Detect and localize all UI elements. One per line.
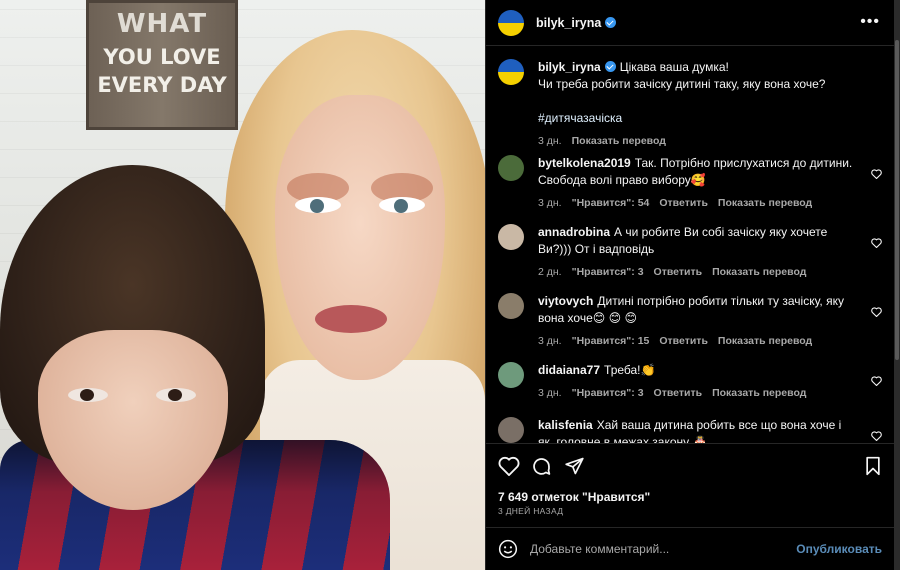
comment-username[interactable]: viytovych [538, 294, 593, 308]
sign-line-2: YOU LOVE [103, 45, 221, 69]
woman-lips [315, 305, 387, 333]
caption: bilyk_iryna Цікава ваша думка! Чи треба р… [498, 59, 894, 150]
wall-sign: WHAT YOU LOVE EVERY DAY [86, 0, 238, 130]
scrollbar-thumb[interactable] [895, 40, 899, 360]
translate-link[interactable]: Показать перевод [718, 333, 812, 350]
comment-input[interactable]: Добавьте комментарий... [530, 542, 669, 556]
list-item: bytelkolena2019 Так. Потрібно прислухатис… [498, 155, 894, 212]
caption-username[interactable]: bilyk_iryna [538, 60, 601, 74]
comment-username[interactable]: didaiana77 [538, 363, 600, 377]
post-header: bilyk_iryna ••• [486, 0, 894, 46]
post-photo[interactable]: WHAT YOU LOVE EVERY DAY [0, 0, 485, 570]
caption-hashtag[interactable]: #дитячазачіска [538, 110, 856, 127]
comment-username[interactable]: bytelkolena2019 [538, 156, 631, 170]
woman-eye-right [379, 197, 425, 213]
emoji-icon[interactable] [498, 539, 518, 559]
list-item: annadrobina А чи робите Ви собі зачіску я… [498, 224, 894, 281]
likes-count[interactable]: 7 649 отметок "Нравится" [498, 490, 650, 504]
author-username[interactable]: bilyk_iryna [536, 16, 601, 30]
list-item: kalisfenia Хай ваша дитина робить все що … [498, 417, 894, 443]
comment-time: 3 дн. [538, 197, 562, 209]
comment-icon[interactable] [531, 456, 552, 477]
more-icon[interactable]: ••• [860, 13, 880, 31]
heart-icon[interactable] [871, 238, 882, 248]
sign-line-3: EVERY DAY [97, 73, 227, 97]
bookmark-icon[interactable] [864, 456, 882, 476]
sign-line-1: WHAT [116, 9, 208, 39]
verified-icon [605, 17, 617, 28]
comment-username[interactable]: annadrobina [538, 225, 610, 239]
avatar[interactable] [498, 417, 524, 443]
comment-text: Треба!👏 [604, 363, 656, 377]
translate-link[interactable]: Показать перевод [718, 195, 812, 212]
woman-eye-left [295, 197, 341, 213]
reply-button[interactable]: Ответить [654, 264, 703, 281]
comment-time: 3 дн. [538, 335, 562, 347]
post-panel: bilyk_iryna ••• bilyk_iryna Цікава ваша д… [485, 0, 894, 570]
caption-time: 3 дн. [538, 135, 562, 147]
translate-link[interactable]: Показать перевод [572, 133, 666, 150]
heart-icon[interactable] [498, 456, 520, 476]
comment-likes[interactable]: "Нравится": 15 [572, 333, 650, 350]
list-item: didaiana77 Треба!👏 3 дн. "Нравится": 3 От… [498, 362, 894, 402]
action-bar: 7 649 отметок "Нравится" 3 ДНЕЙ НАЗАД [486, 443, 894, 523]
heart-icon[interactable] [871, 169, 882, 179]
comment-time: 3 дн. [538, 387, 562, 399]
avatar[interactable] [498, 59, 524, 85]
reply-button[interactable]: Ответить [654, 385, 703, 402]
publish-button[interactable]: Опубликовать [796, 542, 882, 556]
kid-eye-right [156, 388, 196, 402]
reply-button[interactable]: Ответить [659, 333, 708, 350]
avatar[interactable] [498, 293, 524, 319]
list-item: viytovych Дитині потрібно робити тільки т… [498, 293, 894, 350]
avatar[interactable] [498, 224, 524, 250]
post-timestamp: 3 ДНЕЙ НАЗАД [498, 506, 564, 516]
add-comment-bar: Добавьте комментарий... Опубликовать [486, 527, 894, 570]
heart-icon[interactable] [871, 376, 882, 386]
avatar[interactable] [498, 362, 524, 388]
avatar[interactable] [498, 9, 524, 36]
avatar[interactable] [498, 155, 524, 181]
comments-list[interactable]: bilyk_iryna Цікава ваша думка! Чи треба р… [486, 47, 894, 443]
translate-link[interactable]: Показать перевод [712, 385, 806, 402]
comment-time: 2 дн. [538, 266, 562, 278]
verified-icon [604, 61, 616, 72]
comment-likes[interactable]: "Нравится": 54 [572, 195, 650, 212]
translate-link[interactable]: Показать перевод [712, 264, 806, 281]
comment-username[interactable]: kalisfenia [538, 418, 593, 432]
reply-button[interactable]: Ответить [659, 195, 708, 212]
comment-likes[interactable]: "Нравится": 3 [572, 264, 644, 281]
kid-eye-left [68, 388, 108, 402]
heart-icon[interactable] [871, 431, 882, 441]
heart-icon[interactable] [871, 307, 882, 317]
comment-likes[interactable]: "Нравится": 3 [572, 385, 644, 402]
scrollbar[interactable] [894, 0, 900, 570]
share-icon[interactable] [564, 456, 585, 476]
